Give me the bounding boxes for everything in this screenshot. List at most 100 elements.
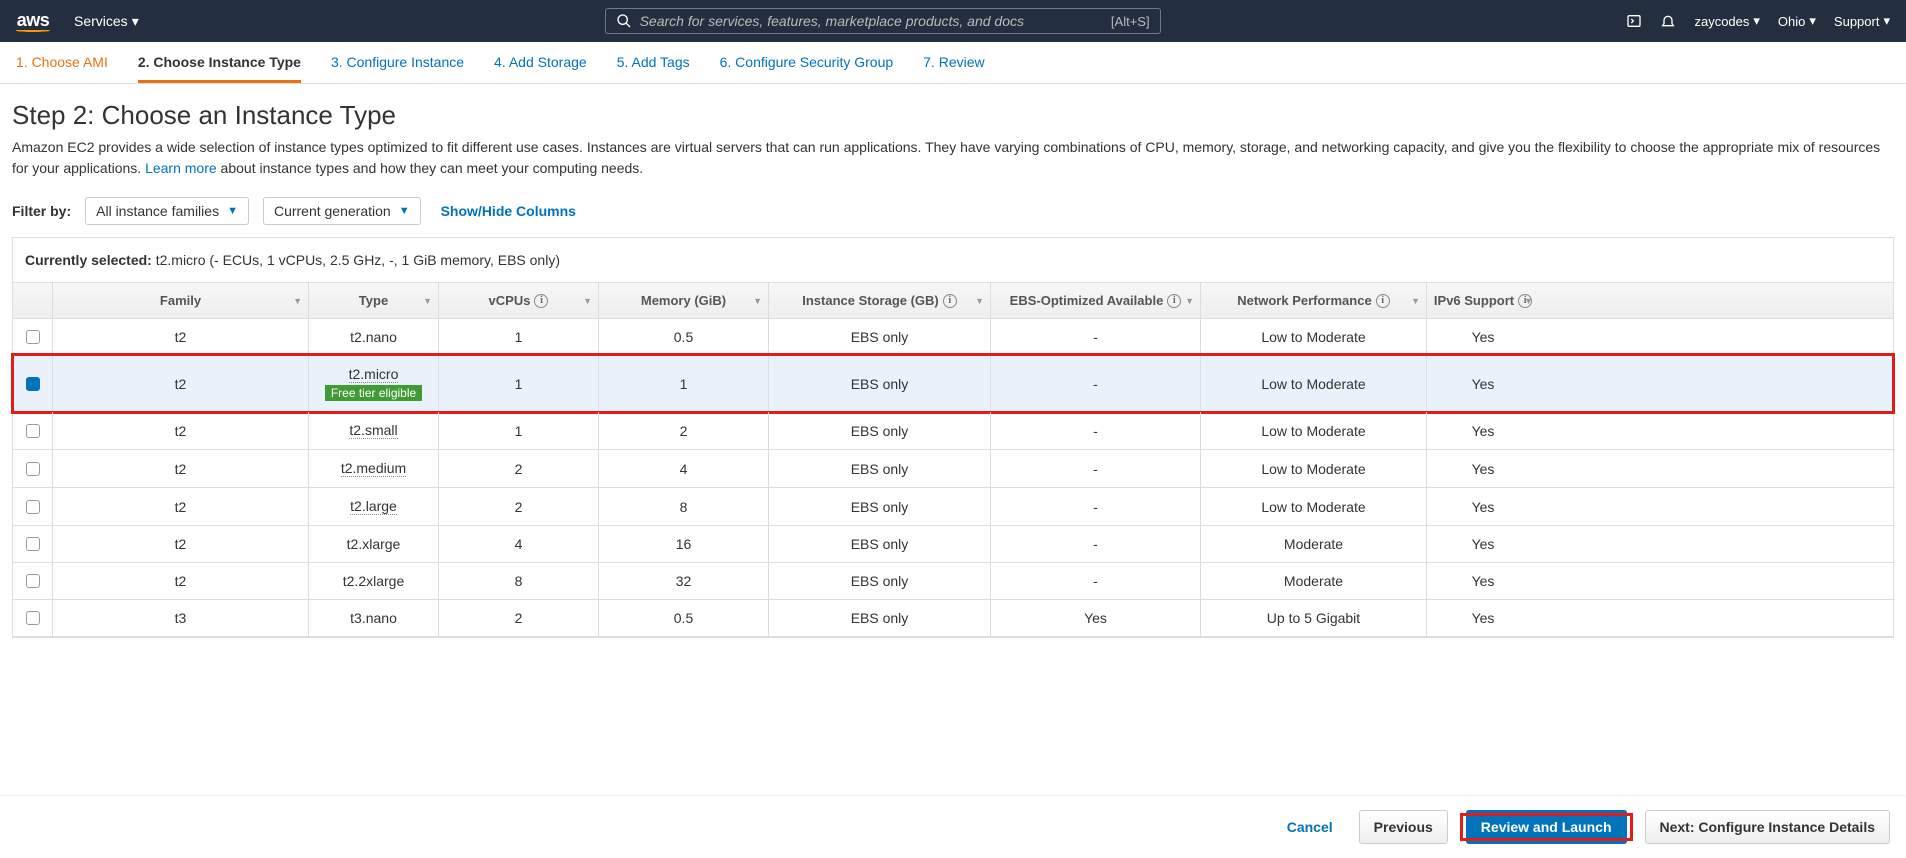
info-icon[interactable]: i	[1167, 294, 1181, 308]
info-icon[interactable]: i	[534, 294, 548, 308]
row-checkbox-cell[interactable]	[13, 526, 53, 562]
cell-ipv6: Yes	[1427, 563, 1539, 599]
table-row[interactable]: t3t3.nano20.5EBS onlyYesUp to 5 GigabitY…	[13, 600, 1893, 637]
table-row[interactable]: t2t2.large28EBS only-Low to ModerateYes	[13, 488, 1893, 526]
wizard-tab[interactable]: 3. Configure Instance	[331, 54, 464, 83]
col-ebs[interactable]: EBS-Optimized Availablei▼	[991, 283, 1201, 318]
wizard-tab[interactable]: 5. Add Tags	[617, 54, 690, 83]
wizard-tab[interactable]: 6. Configure Security Group	[720, 54, 894, 83]
search-input[interactable]	[640, 13, 1111, 29]
col-memory[interactable]: Memory (GiB)▼	[599, 283, 769, 318]
cell-type: t2.large	[309, 488, 439, 525]
caret-down-icon: ▼	[399, 205, 410, 217]
cell-storage: EBS only	[769, 526, 991, 562]
cell-ipv6: Yes	[1427, 526, 1539, 562]
caret-down-icon: ▾	[1753, 13, 1760, 29]
cell-storage: EBS only	[769, 412, 991, 449]
generation-dropdown[interactable]: Current generation▼	[263, 197, 421, 225]
col-ipv6[interactable]: IPv6 Supporti▼	[1427, 283, 1539, 318]
checkbox-icon[interactable]	[26, 537, 40, 551]
row-checkbox-cell[interactable]	[13, 563, 53, 599]
cell-ebs: -	[991, 319, 1201, 355]
cell-ebs: Yes	[991, 600, 1201, 636]
cell-type: t2.medium	[309, 450, 439, 487]
col-vcpus[interactable]: vCPUsi▼	[439, 283, 599, 318]
checkbox-icon[interactable]	[26, 377, 40, 391]
wizard-tab[interactable]: 7. Review	[923, 54, 984, 83]
next-button[interactable]: Next: Configure Instance Details	[1645, 810, 1891, 844]
cell-ebs: -	[991, 450, 1201, 487]
col-family[interactable]: Family▼	[53, 283, 309, 318]
cell-memory: 0.5	[599, 600, 769, 636]
checkbox-icon[interactable]	[26, 330, 40, 344]
services-label: Services	[74, 13, 128, 29]
wizard-tab[interactable]: 4. Add Storage	[494, 54, 587, 83]
cell-network: Low to Moderate	[1201, 450, 1427, 487]
cell-ipv6: Yes	[1427, 412, 1539, 449]
cloudshell-icon[interactable]	[1626, 13, 1642, 29]
search-shortcut: [Alt+S]	[1111, 14, 1150, 29]
wizard-tab[interactable]: 2. Choose Instance Type	[138, 54, 301, 83]
wizard-tab[interactable]: 1. Choose AMI	[16, 54, 108, 83]
review-and-launch-button[interactable]: Review and Launch	[1466, 810, 1627, 844]
checkbox-icon[interactable]	[26, 462, 40, 476]
checkbox-icon[interactable]	[26, 574, 40, 588]
cell-memory: 2	[599, 412, 769, 449]
cell-ebs: -	[991, 563, 1201, 599]
cell-storage: EBS only	[769, 356, 991, 411]
region-menu[interactable]: Ohio ▾	[1778, 13, 1816, 29]
support-menu[interactable]: Support ▾	[1834, 13, 1890, 29]
search-icon	[616, 13, 632, 29]
services-menu[interactable]: Services ▾	[74, 13, 139, 30]
sort-icon: ▼	[753, 296, 762, 306]
aws-logo-text: aws	[17, 10, 50, 31]
aws-logo-swoosh-icon	[16, 29, 50, 32]
wizard-tabs: 1. Choose AMI 2. Choose Instance Type 3. C…	[0, 42, 1906, 84]
table-row[interactable]: t2t2.xlarge416EBS only-ModerateYes	[13, 526, 1893, 563]
instance-type-name: t2.micro	[349, 366, 399, 383]
cell-network: Up to 5 Gigabit	[1201, 600, 1427, 636]
cell-family: t2	[53, 488, 309, 525]
sort-icon: ▼	[1185, 296, 1194, 306]
row-checkbox-cell[interactable]	[13, 488, 53, 525]
learn-more-link[interactable]: Learn more	[145, 160, 217, 176]
table-row[interactable]: t2t2.microFree tier eligible11EBS only-L…	[13, 356, 1893, 412]
col-select	[13, 283, 53, 318]
table-row[interactable]: t2t2.medium24EBS only-Low to ModerateYes	[13, 450, 1893, 488]
header-right: zaycodes ▾ Ohio ▾ Support ▾	[1626, 13, 1890, 29]
table-row[interactable]: t2t2.nano10.5EBS only-Low to ModerateYes	[13, 319, 1893, 356]
col-storage[interactable]: Instance Storage (GB)i▼	[769, 283, 991, 318]
cell-ebs: -	[991, 526, 1201, 562]
row-checkbox-cell[interactable]	[13, 600, 53, 636]
sort-icon: ▼	[583, 296, 592, 306]
col-type[interactable]: Type▼	[309, 283, 439, 318]
row-checkbox-cell[interactable]	[13, 412, 53, 449]
cell-ipv6: Yes	[1427, 319, 1539, 355]
checkbox-icon[interactable]	[26, 500, 40, 514]
account-menu[interactable]: zaycodes ▾	[1694, 13, 1759, 29]
cell-type: t2.xlarge	[309, 526, 439, 562]
aws-logo[interactable]: aws	[16, 10, 50, 32]
info-icon[interactable]: i	[1376, 294, 1390, 308]
col-network[interactable]: Network Performancei▼	[1201, 283, 1427, 318]
checkbox-icon[interactable]	[26, 424, 40, 438]
cancel-button[interactable]: Cancel	[1273, 811, 1347, 843]
show-hide-columns[interactable]: Show/Hide Columns	[441, 203, 576, 219]
notifications-icon[interactable]	[1660, 13, 1676, 29]
global-search[interactable]: [Alt+S]	[605, 8, 1161, 34]
cell-memory: 4	[599, 450, 769, 487]
table-row[interactable]: t2t2.2xlarge832EBS only-ModerateYes	[13, 563, 1893, 600]
instance-families-dropdown[interactable]: All instance families▼	[85, 197, 249, 225]
instance-type-name: t2.large	[350, 498, 397, 515]
table-row[interactable]: t2t2.small12EBS only-Low to ModerateYes	[13, 412, 1893, 450]
previous-button[interactable]: Previous	[1359, 810, 1448, 844]
table-header: Family▼ Type▼ vCPUsi▼ Memory (GiB)▼ Inst…	[13, 283, 1893, 319]
cell-family: t2	[53, 356, 309, 411]
page-description: Amazon EC2 provides a wide selection of …	[12, 137, 1894, 179]
row-checkbox-cell[interactable]	[13, 356, 53, 411]
caret-down-icon: ▾	[1809, 13, 1816, 29]
info-icon[interactable]: i	[943, 294, 957, 308]
row-checkbox-cell[interactable]	[13, 450, 53, 487]
checkbox-icon[interactable]	[26, 611, 40, 625]
row-checkbox-cell[interactable]	[13, 319, 53, 355]
